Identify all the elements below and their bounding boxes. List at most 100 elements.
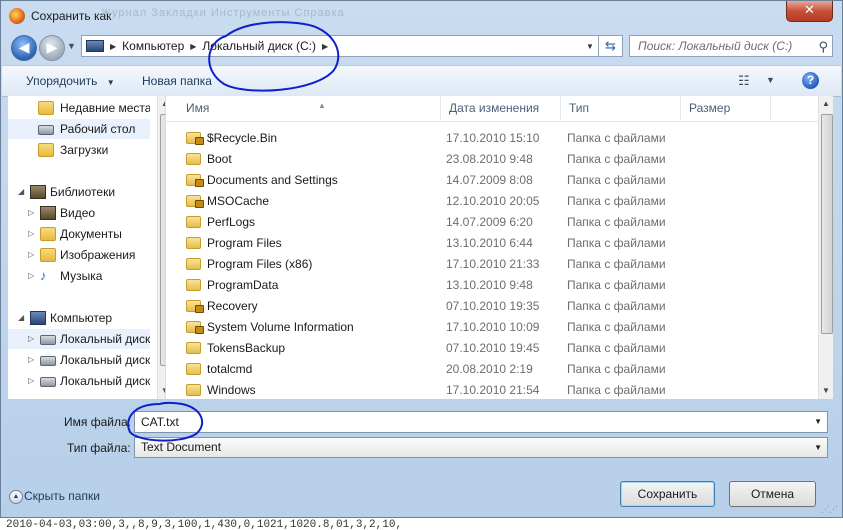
hide-folders-button[interactable]: ▲ Скрыть папки	[9, 489, 100, 504]
table-row[interactable]: Windows 17.10.2010 21:54 Папка с файлами	[176, 380, 816, 399]
expand-arrow-icon[interactable]: ◢	[18, 308, 24, 328]
view-dropdown-icon[interactable]: ▼	[766, 75, 775, 85]
folder-icon	[186, 342, 201, 354]
filename-input[interactable]: CAT.txt ▼	[134, 411, 828, 433]
resize-grip-icon[interactable]: ⋰⋰	[821, 504, 838, 515]
nav-item-drive-3[interactable]: ▷ Локальный диск	[8, 371, 150, 391]
sort-ascending-icon: ▲	[318, 101, 326, 110]
collapse-arrow-icon[interactable]: ▷	[28, 350, 34, 370]
file-list: Имя ▲ Дата изменения Тип Размер $Recycle…	[166, 96, 833, 399]
column-header-date[interactable]: Дата изменения	[441, 96, 561, 120]
save-button[interactable]: Сохранить	[620, 481, 715, 507]
nav-item-music[interactable]: ▷ ♪ Музыка	[8, 266, 150, 286]
view-options-icon[interactable]: ☷	[738, 73, 750, 89]
nav-item-libraries[interactable]: ◢ Библиотеки	[8, 182, 150, 202]
collapse-arrow-icon[interactable]: ▷	[28, 224, 34, 244]
file-name: MSOCache	[207, 194, 270, 208]
table-row[interactable]: Documents and Settings 14.07.2009 8:08 Пап…	[176, 170, 816, 191]
search-input[interactable]: Поиск: Локальный диск (C:) ⚲	[629, 35, 833, 57]
chevron-down-icon[interactable]: ▼	[814, 438, 822, 457]
search-icon[interactable]: ⚲	[818, 37, 828, 57]
close-button[interactable]: ✕	[786, 1, 833, 22]
scroll-up-icon[interactable]: ▲	[822, 99, 830, 108]
collapse-arrow-icon[interactable]: ▷	[28, 266, 34, 286]
new-folder-button[interactable]: Новая папка	[142, 74, 212, 88]
lock-icon	[195, 326, 204, 334]
nav-item-drive-c[interactable]: ▷ Локальный диск	[8, 329, 150, 349]
file-name: Recovery	[207, 299, 258, 313]
table-row[interactable]: TokensBackup 07.10.2010 19:45 Папка с файл…	[176, 338, 816, 359]
scroll-thumb[interactable]	[821, 114, 833, 334]
nav-item-pictures[interactable]: ▷ Изображения	[8, 245, 150, 265]
collapse-arrow-icon[interactable]: ▷	[28, 329, 34, 349]
scroll-down-icon[interactable]: ▼	[822, 386, 830, 395]
nav-item-recent-places[interactable]: Недавние места	[8, 98, 150, 118]
column-header-name[interactable]: Имя ▲	[178, 96, 441, 120]
table-row[interactable]: Boot 23.08.2010 9:48 Папка с файлами	[176, 149, 816, 170]
nav-item-label: Видео	[60, 206, 96, 220]
column-header-type[interactable]: Тип	[561, 96, 681, 120]
nav-item-videos[interactable]: ▷ Видео	[8, 203, 150, 223]
file-date: 07.10.2010 19:35	[446, 299, 540, 313]
chevron-right-icon[interactable]: ▶	[110, 42, 116, 51]
file-type: Папка с файлами	[567, 299, 666, 313]
table-row[interactable]: ProgramData 13.10.2010 9:48 Папка с файлам…	[176, 275, 816, 296]
chevron-right-icon[interactable]: ▶	[322, 42, 328, 51]
table-row[interactable]: PerfLogs 14.07.2009 6:20 Папка с файлами	[176, 212, 816, 233]
nav-item-desktop[interactable]: Рабочий стол	[8, 119, 150, 139]
computer-small-icon	[86, 40, 104, 52]
file-name: Program Files (x86)	[207, 257, 313, 271]
breadcrumb-computer[interactable]: Компьютер	[122, 39, 184, 53]
cancel-button[interactable]: Отмена	[729, 481, 816, 507]
nav-item-documents[interactable]: ▷ Документы	[8, 224, 150, 244]
nav-item-label: Загрузки	[60, 143, 109, 157]
nav-item-label: Рабочий стол	[60, 122, 136, 136]
chevron-right-icon[interactable]: ▶	[190, 42, 196, 51]
chevron-down-icon[interactable]: ▼	[814, 412, 822, 432]
forward-button[interactable]: ▶	[39, 35, 65, 61]
help-icon[interactable]: ?	[802, 72, 819, 89]
table-row[interactable]: MSOCache 12.10.2010 20:05 Папка с файлами	[176, 191, 816, 212]
column-header-size[interactable]: Размер	[681, 96, 771, 120]
back-button[interactable]: ◀	[11, 35, 37, 61]
organize-button[interactable]: Упорядочить ▼	[26, 74, 115, 88]
drive-icon	[40, 377, 56, 387]
address-dropdown-icon[interactable]: ▼	[582, 42, 598, 51]
folder-icon	[186, 258, 201, 270]
table-row[interactable]: totalcmd 20.08.2010 2:19 Папка с файлами	[176, 359, 816, 380]
collapse-arrow-icon[interactable]: ▷	[28, 371, 34, 391]
file-name: PerfLogs	[207, 215, 256, 229]
nav-item-computer[interactable]: ◢ Компьютер	[8, 308, 150, 328]
table-row[interactable]: System Volume Information 17.10.2010 10:0…	[176, 317, 816, 338]
nav-item-drive-2[interactable]: ▷ Локальный диск	[8, 350, 150, 370]
file-date: 17.10.2010 21:54	[446, 383, 540, 397]
videos-icon	[40, 206, 56, 220]
nav-item-downloads[interactable]: Загрузки	[8, 140, 150, 160]
lock-icon	[195, 305, 204, 313]
filetype-select[interactable]: Text Document ▼	[134, 437, 828, 458]
command-toolbar: Упорядочить ▼ Новая папка ☷ ▼ ?	[2, 65, 841, 97]
expand-arrow-icon[interactable]: ◢	[18, 182, 24, 202]
table-row[interactable]: Recovery 07.10.2010 19:35 Папка с файлами	[176, 296, 816, 317]
table-row[interactable]: Program Files (x86) 17.10.2010 21:33 Папка…	[176, 254, 816, 275]
address-bar[interactable]: ▶ Компьютер ▶ Локальный диск (C:) ▶ ▼	[81, 35, 599, 57]
file-scrollbar[interactable]: ▲ ▼	[818, 96, 833, 399]
file-name: Windows	[207, 383, 256, 397]
refresh-icon[interactable]: ⇆	[599, 35, 623, 57]
file-type: Папка с файлами	[567, 320, 666, 334]
nav-scrollbar[interactable]: ▲ ▼	[157, 96, 165, 399]
recent-locations-icon[interactable]: ▼	[67, 41, 76, 51]
collapse-arrow-icon[interactable]: ▷	[28, 203, 34, 223]
file-type: Папка с файлами	[567, 278, 666, 292]
breadcrumb-local-disk[interactable]: Локальный диск (C:)	[202, 39, 316, 53]
table-row[interactable]: $Recycle.Bin 17.10.2010 15:10 Папка с файл…	[176, 128, 816, 149]
drive-icon	[40, 356, 56, 366]
nav-item-label: Библиотеки	[50, 185, 116, 199]
table-row[interactable]: Program Files 13.10.2010 6:44 Папка с файл…	[176, 233, 816, 254]
nav-item-label: Изображения	[60, 248, 136, 262]
file-name: Documents and Settings	[207, 173, 338, 187]
dialog-footer: ▲ Скрыть папки Сохранить Отмена ⋰⋰	[2, 471, 841, 517]
title-bar[interactable]: Сохранить как Журнал Закладки Инструмент…	[1, 1, 842, 31]
collapse-arrow-icon[interactable]: ▷	[28, 245, 34, 265]
background-text: 2010-04-03,03:00,3,,8,9,3,100,1,430,0,10…	[0, 518, 843, 530]
